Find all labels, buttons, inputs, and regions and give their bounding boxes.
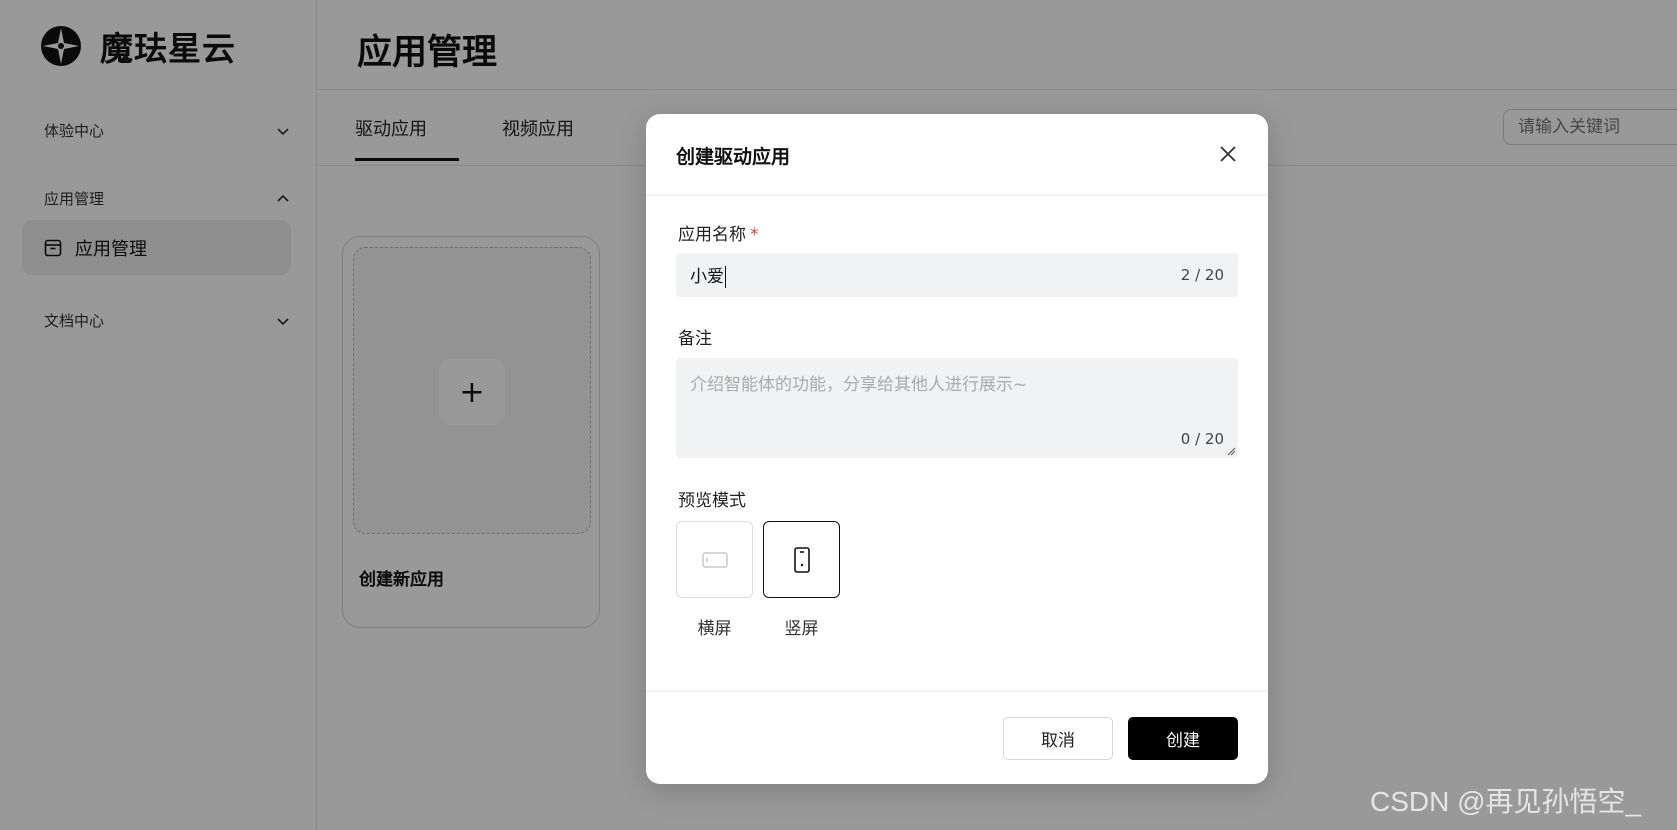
- mode-label-portrait: 竖屏: [784, 619, 819, 639]
- portrait-icon: [793, 546, 810, 573]
- text-caret: [725, 266, 726, 288]
- required-mark: *: [750, 225, 759, 245]
- app-name-input[interactable]: 小爱 2 / 20: [676, 253, 1238, 297]
- note-counter: 0 / 20: [1180, 430, 1224, 448]
- note-textarea[interactable]: 介绍智能体的功能，分享给其他人进行展示~ 0 / 20: [676, 358, 1238, 458]
- app-name-counter: 2 / 20: [1180, 266, 1224, 284]
- app-name-value-wrap: 小爱: [690, 262, 726, 288]
- cancel-button[interactable]: 取消: [1003, 717, 1113, 760]
- close-icon: [1220, 146, 1236, 162]
- watermark: CSDN @再见孙悟空_: [1370, 786, 1642, 817]
- resize-handle-icon[interactable]: [1226, 446, 1236, 456]
- preview-mode-options: 横屏 竖屏: [676, 521, 840, 639]
- app-name-label-text: 应用名称: [678, 225, 746, 245]
- mode-box-portrait[interactable]: [763, 521, 840, 598]
- mode-option-portrait[interactable]: 竖屏: [763, 521, 840, 639]
- app-name-label: 应用名称 *: [678, 220, 759, 245]
- create-app-modal: 创建驱动应用 应用名称 * 小爱 2 / 20 备注 介绍智能体的功能，分享给其他…: [646, 114, 1268, 784]
- note-placeholder: 介绍智能体的功能，分享给其他人进行展示~: [690, 375, 1028, 395]
- landscape-icon: [701, 551, 728, 568]
- modal-divider: [646, 691, 1268, 692]
- mode-label-landscape: 横屏: [697, 619, 732, 639]
- mode-option-landscape[interactable]: 横屏: [676, 521, 753, 639]
- create-button[interactable]: 创建: [1128, 717, 1238, 760]
- modal-divider: [646, 195, 1268, 196]
- preview-mode-label: 预览模式: [678, 491, 746, 511]
- modal-title: 创建驱动应用: [676, 146, 791, 168]
- app-name-value: 小爱: [690, 267, 724, 287]
- mode-box-landscape[interactable]: [676, 521, 753, 598]
- app-root: 魔珐星云 体验中心 应用管理 应用管理 文档中心 应用管理 驱动应用 视频应用 …: [0, 0, 1677, 830]
- close-button[interactable]: [1216, 142, 1240, 166]
- note-label: 备注: [678, 329, 712, 349]
